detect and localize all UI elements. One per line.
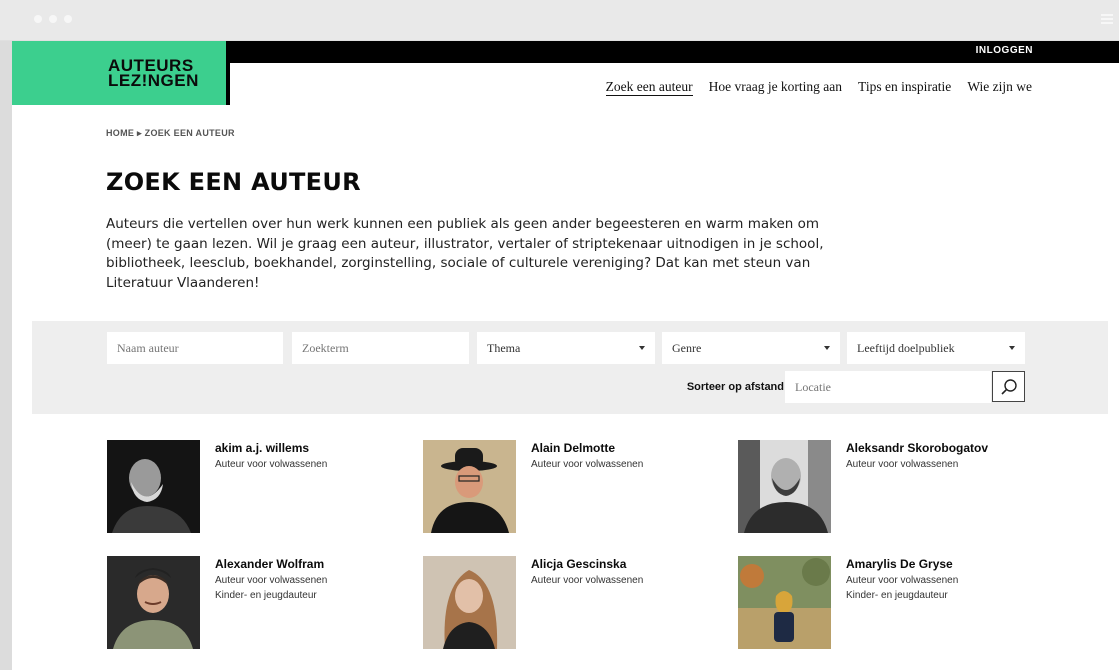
genre-select[interactable]: Genre xyxy=(662,332,840,364)
browser-chrome xyxy=(0,0,1119,41)
author-card[interactable]: Alicja Gescinska Auteur voor volwassenen xyxy=(423,556,723,650)
author-name[interactable]: Alicja Gescinska xyxy=(531,557,626,571)
author-name[interactable]: Amarylis De Gryse xyxy=(846,557,953,571)
main-nav: Zoek een auteur Hoe vraag je korting aan… xyxy=(605,79,1032,96)
page-title: ZOEK EEN AUTEUR xyxy=(106,168,361,196)
site-logo[interactable]: AUTEURS LEZ!NGEN xyxy=(12,41,230,105)
author-name[interactable]: Alexander Wolfram xyxy=(215,557,324,571)
author-card[interactable]: Alain Delmotte Auteur voor volwassenen xyxy=(423,440,723,534)
age-select[interactable]: Leeftijd doelpubliek xyxy=(847,332,1025,364)
author-role: Auteur voor volwassenen xyxy=(846,575,959,586)
theme-select[interactable]: Thema xyxy=(477,332,655,364)
author-role: Auteur voor volwassenen xyxy=(846,459,959,470)
breadcrumb-home[interactable]: HOME xyxy=(106,128,134,138)
web-page: INLOGGEN AUTEURS LEZ!NGEN Zoek een auteu… xyxy=(12,41,1119,670)
nav-item-korting[interactable]: Hoe vraag je korting aan xyxy=(709,79,842,96)
location-input[interactable] xyxy=(785,371,991,403)
maximize-dot[interactable] xyxy=(64,15,72,23)
search-icon xyxy=(1000,378,1017,395)
author-role: Auteur voor volwassenen xyxy=(531,459,644,470)
minimize-dot[interactable] xyxy=(49,15,57,23)
author-card[interactable]: Amarylis De Gryse Auteur voor volwassene… xyxy=(738,556,1038,650)
nav-item-wie-zijn-we[interactable]: Wie zijn we xyxy=(967,79,1032,96)
author-card[interactable]: Aleksandr Skorobogatov Auteur voor volwa… xyxy=(738,440,1038,534)
author-photo[interactable] xyxy=(107,440,200,533)
breadcrumb: HOME ▸ ZOEK EEN AUTEUR xyxy=(106,128,235,139)
author-name[interactable]: Aleksandr Skorobogatov xyxy=(846,441,988,455)
author-role: Auteur voor volwassenen xyxy=(215,575,328,586)
nav-item-tips[interactable]: Tips en inspiratie xyxy=(858,79,951,96)
author-photo[interactable] xyxy=(423,556,516,649)
author-card[interactable]: akim a.j. willems Auteur voor volwassene… xyxy=(107,440,407,534)
logo-line-2: LEZ!NGEN xyxy=(108,71,199,90)
author-role: Auteur voor volwassenen xyxy=(215,459,328,470)
login-link[interactable]: INLOGGEN xyxy=(976,45,1033,56)
author-name[interactable]: akim a.j. willems xyxy=(215,441,309,455)
close-dot[interactable] xyxy=(34,15,42,23)
author-photo[interactable] xyxy=(423,440,516,533)
age-select-value: Leeftijd doelpubliek xyxy=(857,340,955,355)
window-controls xyxy=(34,15,72,23)
search-term-input[interactable] xyxy=(292,332,469,364)
theme-select-value: Thema xyxy=(487,340,521,355)
author-photo[interactable] xyxy=(738,440,831,533)
author-role: Auteur voor volwassenen xyxy=(531,575,644,586)
breadcrumb-current: ZOEK EEN AUTEUR xyxy=(144,128,235,138)
author-photo[interactable] xyxy=(107,556,200,649)
browser-menu-icon[interactable] xyxy=(1101,14,1113,24)
author-photo[interactable] xyxy=(738,556,831,649)
author-name-input[interactable] xyxy=(107,332,283,364)
author-role: Kinder- en jeugdauteur xyxy=(846,590,948,601)
filter-panel: Thema Genre Leeftijd doelpubliek Sorteer… xyxy=(32,321,1108,414)
author-role: Kinder- en jeugdauteur xyxy=(215,590,317,601)
author-name[interactable]: Alain Delmotte xyxy=(531,441,615,455)
author-card[interactable]: Alexander Wolfram Auteur voor volwassene… xyxy=(107,556,407,650)
nav-item-zoek-een-auteur[interactable]: Zoek een auteur xyxy=(605,79,693,96)
genre-select-value: Genre xyxy=(672,340,702,355)
intro-text: Auteurs die vertellen over hun werk kunn… xyxy=(106,216,824,291)
breadcrumb-separator-icon: ▸ xyxy=(137,128,142,138)
search-button[interactable] xyxy=(992,371,1025,402)
sort-by-distance-label: Sorteer op afstand xyxy=(686,381,784,393)
